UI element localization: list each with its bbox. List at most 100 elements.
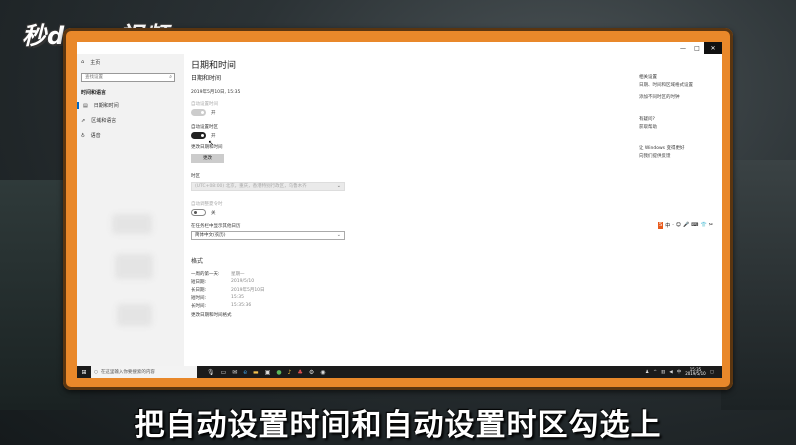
sogou-icon[interactable]: S (658, 222, 664, 229)
search-icon: ○ (94, 369, 98, 375)
chevron-up-icon[interactable]: ^ (653, 370, 657, 375)
auto-time-toggle[interactable] (191, 109, 206, 116)
app-icon[interactable]: ♣ (297, 369, 302, 376)
help-link[interactable]: 获取帮助 (639, 124, 657, 130)
windows-start-icon[interactable]: ⊞ (77, 366, 91, 378)
microphone-icon[interactable]: 🎙 (207, 369, 215, 376)
dst-label: 自动调整夏令时 (191, 202, 223, 207)
ime-punct-icon[interactable]: · (672, 222, 674, 229)
change-datetime-label: 更改日期和时间 (191, 145, 223, 150)
ime-emoji-icon[interactable]: ☺ (676, 222, 681, 229)
ime-toolbar: S 中 · ☺ 🎤 ⌨ 👕 ✂ (658, 222, 713, 229)
person-icon[interactable]: ♟ (645, 370, 649, 375)
taskbar-search[interactable]: ○ 在这里输入你要搜索的内容 (91, 366, 197, 378)
ime-voice-icon[interactable]: 🎤 (683, 222, 689, 229)
format-row: 长时间: 15:35:36 (191, 303, 251, 309)
region-icon: ⇗ (81, 117, 86, 124)
related-link[interactable]: 日期、时间和区域格式设置 (639, 82, 693, 88)
auto-time-state: 开 (211, 111, 216, 116)
format-value: 15:35:36 (231, 303, 252, 308)
blurred-region (117, 304, 152, 326)
sidebar-item-speech[interactable]: ♁ 语音 (81, 132, 101, 140)
ime-skin-icon[interactable]: 👕 (700, 222, 706, 229)
sidebar-item-label: 主页 (90, 60, 101, 66)
extra-calendar-value: 简体中文(农历) (195, 233, 226, 238)
close-button[interactable]: ✕ (704, 42, 722, 54)
blurred-region (112, 214, 152, 234)
mail-icon[interactable]: ✉ (232, 369, 237, 376)
minimize-button[interactable]: — (676, 42, 690, 54)
taskbar-apps: 🎙 ▭ ✉ e ▬ ▣ ● ♪ ♣ ⚙ ◉ (207, 369, 326, 376)
extra-calendar-label: 在任务栏中显示其他日历 (191, 224, 241, 229)
title-bar: — □ ✕ (77, 42, 722, 54)
format-label: 短时间: (191, 296, 207, 301)
change-button[interactable]: 更改 (191, 154, 224, 163)
format-value: 星期一 (231, 272, 245, 277)
ime-chinese-icon[interactable]: 中 (665, 222, 670, 229)
format-label: 长日期: (191, 288, 207, 293)
sidebar-item-label: 语音 (90, 133, 101, 139)
home-icon: ⌂ (81, 59, 85, 65)
chevron-down-icon: ⌄ (336, 232, 341, 238)
format-title: 格式 (191, 258, 204, 265)
search-placeholder: 查找设置 (85, 75, 103, 80)
format-value: 2019/5/10 (231, 279, 255, 284)
sidebar-item-home[interactable]: ⌂ 主页 (81, 59, 100, 66)
video-subtitle: 把自动设置时间和自动设置时区勾选上 (134, 408, 662, 443)
search-input[interactable]: 查找设置 ⌕ (81, 73, 175, 82)
taskbar-search-placeholder: 在这里输入你要搜索的内容 (100, 370, 155, 375)
auto-timezone-label: 自动设置时区 (191, 125, 218, 130)
format-row: 短日期: 2019/5/10 (191, 279, 254, 285)
feedback-link[interactable]: 向我们提供反馈 (639, 153, 671, 159)
system-tray: ♟ ^ ▥ ◀ 中 15:35 2019/5/10 ▢ (645, 366, 714, 378)
settings-sidebar: ⌂ 主页 查找设置 ⌕ 时间和语言 ▤ 日期和时间 ⇗ 区域和语言 ♁ 语音 (77, 54, 184, 366)
page-title: 日期和时间 (191, 61, 237, 71)
ime-icon[interactable]: 中 (677, 369, 682, 375)
change-format-link[interactable]: 更改日期和时间格式 (191, 312, 232, 318)
network-icon[interactable]: ▥ (661, 370, 665, 375)
timezone-label: 时区 (191, 174, 200, 179)
chevron-down-icon: ⌄ (336, 183, 341, 189)
timezone-value: (UTC+08:00) 北京，重庆，香港特别行政区，乌鲁木齐 (195, 184, 307, 189)
format-label: 一周的第一天: (191, 272, 220, 277)
format-label: 长时间: (191, 304, 207, 309)
360-browser-icon[interactable]: ● (276, 369, 281, 376)
notification-icon[interactable]: ▢ (710, 370, 714, 375)
question-title: 有疑问? (639, 117, 655, 122)
settings-gear-icon[interactable]: ⚙ (309, 369, 314, 376)
desktop-screen: — □ ✕ ⌂ 主页 查找设置 ⌕ 时间和语言 ▤ 日期和时间 ⇗ 区域和语言 … (77, 42, 722, 378)
extra-calendar-select[interactable]: 简体中文(农历) ⌄ (191, 231, 345, 240)
auto-timezone-toggle[interactable] (191, 132, 206, 139)
format-row: 长日期: 2019年5月10日 (191, 287, 265, 293)
window-controls: — □ ✕ (676, 42, 722, 54)
sidebar-item-region[interactable]: ⇗ 区域和语言 (81, 117, 117, 125)
auto-time-label: 自动设置时间 (191, 102, 218, 107)
sidebar-item-label: 日期和时间 (93, 103, 119, 109)
taskbar-clock[interactable]: 15:35 2019/5/10 (685, 367, 706, 377)
related-title: 相关设置 (639, 75, 657, 80)
timezone-select[interactable]: (UTC+08:00) 北京，重庆，香港特别行政区，乌鲁木齐 ⌄ (191, 182, 345, 191)
task-view-icon[interactable]: ▭ (221, 369, 227, 376)
current-time: 2019年5月10日, 15:35 (191, 90, 241, 95)
edge-icon[interactable]: e (243, 369, 247, 376)
related-link[interactable]: 添加不同时区的时钟 (639, 94, 680, 100)
record-icon[interactable]: ◉ (320, 369, 325, 376)
volume-icon[interactable]: ◀ (669, 370, 672, 375)
file-explorer-icon[interactable]: ▬ (253, 369, 259, 376)
settings-main: 日期和时间 日期和时间 2019年5月10日, 15:35 自动设置时间 开 自… (191, 54, 611, 366)
ime-keyboard-icon[interactable]: ⌨ (691, 222, 698, 229)
sidebar-item-label: 区域和语言 (91, 118, 117, 124)
dst-state: 关 (211, 211, 216, 216)
dst-toggle[interactable] (191, 209, 206, 216)
sidebar-section-title: 时间和语言 (81, 90, 107, 96)
format-row: 一周的第一天: 星期一 (191, 271, 245, 277)
store-icon[interactable]: ▣ (265, 369, 271, 376)
format-value: 15:35 (231, 295, 244, 300)
sidebar-item-datetime[interactable]: ▤ 日期和时间 (77, 102, 184, 109)
music-icon[interactable]: ♪ (288, 369, 292, 376)
improve-title: 让 Windows 变得更好 (639, 146, 685, 151)
section-title: 日期和时间 (191, 75, 222, 82)
mouse-cursor-icon: ↖ (208, 139, 214, 147)
maximize-button[interactable]: □ (690, 42, 704, 54)
ime-tools-icon[interactable]: ✂ (709, 222, 713, 229)
